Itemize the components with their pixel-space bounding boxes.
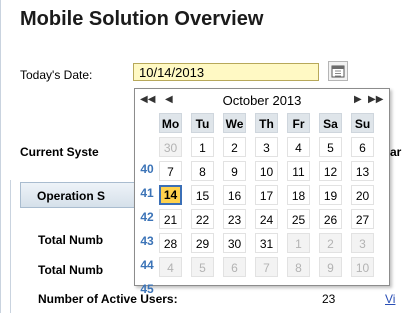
day-cell[interactable]: 15 — [191, 185, 214, 205]
day-cell[interactable]: 5 — [319, 137, 342, 157]
day-cell[interactable]: 4 — [159, 257, 182, 277]
day-cell[interactable]: 6 — [351, 137, 374, 157]
day-cell[interactable]: 22 — [191, 209, 214, 229]
date-input[interactable]: 10/14/2013 — [133, 63, 319, 81]
day-cell[interactable]: 8 — [287, 257, 310, 277]
day-cell[interactable]: 7 — [255, 257, 278, 277]
date-label: Today's Date: — [20, 68, 93, 82]
day-cell[interactable]: 2 — [319, 233, 342, 253]
week-number[interactable]: 41 — [137, 186, 157, 200]
day-cell[interactable]: 9 — [223, 161, 246, 181]
day-cell[interactable]: 3 — [255, 137, 278, 157]
month-label: October 2013 — [222, 93, 302, 108]
day-cell[interactable]: 10 — [351, 257, 374, 277]
day-cell[interactable]: 31 — [255, 233, 278, 253]
day-cell[interactable]: 24 — [255, 209, 278, 229]
page-left-border — [0, 0, 1, 313]
next-month-button[interactable]: ▶ — [354, 94, 362, 105]
day-cell[interactable]: 5 — [191, 257, 214, 277]
day-cell[interactable]: 8 — [191, 161, 214, 181]
day-cell[interactable]: 28 — [159, 233, 182, 253]
date-picker-nav: ◀◀ ◀ October 2013 ▶ ▶▶ — [135, 89, 389, 111]
total-number-label-2: Total Numb — [38, 263, 104, 277]
day-cell[interactable]: 4 — [287, 137, 310, 157]
page-title: Mobile Solution Overview — [20, 8, 264, 30]
active-users-value: 23 — [322, 292, 336, 306]
view-link[interactable]: Vi — [385, 292, 395, 306]
day-cell[interactable]: 11 — [287, 161, 310, 181]
day-cell[interactable]: 10 — [255, 161, 278, 181]
day-cell[interactable]: 21 — [159, 209, 182, 229]
next-year-button[interactable]: ▶▶ — [368, 94, 383, 105]
day-cell[interactable]: 7 — [159, 161, 182, 181]
day-cell[interactable]: 9 — [319, 257, 342, 277]
day-cell[interactable]: 12 — [319, 161, 342, 181]
day-cell[interactable]: 19 — [319, 185, 342, 205]
day-cell[interactable]: 30 — [159, 137, 182, 157]
day-cell[interactable]: 18 — [287, 185, 310, 205]
day-header-tu: Tu — [191, 113, 214, 133]
day-cell[interactable]: 17 — [255, 185, 278, 205]
day-cell[interactable]: 25 — [287, 209, 310, 229]
calendar-icon — [331, 65, 345, 78]
day-cell[interactable]: 29 — [191, 233, 214, 253]
day-header-mo: Mo — [159, 113, 182, 133]
day-cell[interactable]: 30 — [223, 233, 246, 253]
week-number[interactable]: 43 — [137, 234, 157, 248]
day-cell[interactable]: 6 — [223, 257, 246, 277]
day-cell[interactable]: 14 — [159, 185, 182, 205]
day-header-we: We — [223, 113, 246, 133]
week-number[interactable]: 45 — [137, 282, 157, 296]
day-cell[interactable]: 26 — [319, 209, 342, 229]
operation-section-header: Operation S — [20, 182, 140, 208]
total-number-label-1: Total Numb — [38, 233, 104, 247]
day-cell[interactable]: 27 — [351, 209, 374, 229]
day-header-su: Su — [351, 113, 374, 133]
calendar-button[interactable] — [328, 61, 348, 81]
day-header-th: Th — [255, 113, 278, 133]
day-cell[interactable]: 16 — [223, 185, 246, 205]
week-number[interactable]: 44 — [137, 258, 157, 272]
day-cell[interactable]: 3 — [351, 233, 374, 253]
day-cell[interactable]: 1 — [191, 137, 214, 157]
day-cell[interactable]: 20 — [351, 185, 374, 205]
day-cell[interactable]: 2 — [223, 137, 246, 157]
day-cell[interactable]: 23 — [223, 209, 246, 229]
week-number[interactable]: 40 — [137, 162, 157, 176]
date-picker-popup: ◀◀ ◀ October 2013 ▶ ▶▶ 40 41 42 43 44 45 Mo Tu… — [134, 88, 390, 296]
current-system-label-tail: ar — [390, 145, 402, 159]
day-header-fr: Fr — [287, 113, 310, 133]
day-cell[interactable]: 13 — [351, 161, 374, 181]
current-system-label: Current Syste — [20, 145, 99, 159]
section-divider — [10, 180, 11, 313]
week-number[interactable]: 42 — [137, 210, 157, 224]
day-cell[interactable]: 1 — [287, 233, 310, 253]
day-header-sa: Sa — [319, 113, 342, 133]
